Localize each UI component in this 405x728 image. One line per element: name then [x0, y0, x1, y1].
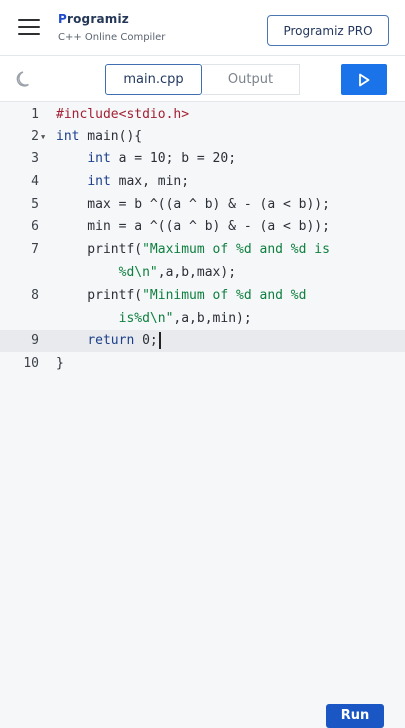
line-number: 8	[31, 288, 39, 303]
brand-name: Programiz	[58, 12, 129, 26]
run-button[interactable]	[341, 64, 387, 95]
run-floating-button[interactable]: Run	[326, 704, 384, 728]
code-line-active[interactable]: 9 return 0;	[0, 330, 405, 352]
fold-arrow-icon[interactable]: ▼	[41, 126, 49, 148]
code-line-wrap[interactable]: %d\n",a,b,max);	[0, 262, 405, 284]
line-number: 6	[31, 219, 39, 234]
dark-mode-icon[interactable]	[15, 69, 35, 89]
line-number: 9	[31, 333, 39, 348]
line-number: 7	[31, 242, 39, 257]
code-text: int max, min;	[87, 174, 190, 189]
menu-icon[interactable]	[18, 18, 40, 36]
code-text: return 0;	[56, 330, 161, 352]
code-line[interactable]: 6 min = a ^((a ^ b) & - (a < b));	[0, 216, 405, 238]
code-line[interactable]: 7 printf("Maximum of %d and %d is	[0, 239, 405, 261]
code-text: %d\n",a,b,max);	[56, 265, 237, 280]
code-line[interactable]: 1 #include<stdio.h>	[0, 104, 405, 126]
line-number: 4	[31, 174, 39, 189]
text-cursor	[158, 332, 161, 349]
code-line[interactable]: 3 int a = 10; b = 20;	[0, 148, 405, 170]
code-text: min = a ^((a ^ b) & - (a < b));	[56, 219, 330, 234]
line-number: 2	[31, 129, 39, 144]
app-header: Programiz C++ Online Compiler Programiz …	[0, 0, 405, 56]
editor-toolbar: main.cpp Output	[0, 56, 405, 102]
line-number: 5	[31, 197, 39, 212]
code-text: int main(){	[56, 129, 143, 144]
code-line[interactable]: 2 ▼ int main(){	[0, 126, 405, 148]
code-text: int a = 10; b = 20;	[87, 151, 237, 166]
code-text: max = b ^((a ^ b) & - (a < b));	[56, 197, 330, 212]
code-line[interactable]: 8 printf("Minimum of %d and %d	[0, 285, 405, 307]
line-number: 3	[31, 151, 39, 166]
code-text: printf("Minimum of %d and %d	[56, 288, 307, 303]
programiz-pro-button[interactable]: Programiz PRO	[267, 15, 389, 46]
code-text: }	[56, 356, 64, 371]
code-line[interactable]: 4 int max, min;	[0, 171, 405, 193]
tab-output[interactable]: Output	[202, 64, 300, 95]
code-editor[interactable]: 1 #include<stdio.h> 2 ▼ int main(){ 3 in…	[0, 102, 405, 720]
code-text: printf("Maximum of %d and %d is	[56, 242, 330, 257]
tab-main-cpp[interactable]: main.cpp	[105, 64, 202, 95]
code-line[interactable]: 10 }	[0, 353, 405, 375]
code-text: #include<stdio.h>	[56, 107, 190, 122]
brand-subtitle: C++ Online Compiler	[58, 32, 166, 43]
code-text: is%d\n",a,b,min);	[56, 311, 252, 326]
line-number: 1	[31, 107, 39, 122]
brand-logo[interactable]: Programiz C++ Online Compiler	[58, 12, 165, 43]
code-line[interactable]: 5 max = b ^((a ^ b) & - (a < b));	[0, 194, 405, 216]
play-icon	[359, 73, 370, 86]
code-line-wrap[interactable]: is%d\n",a,b,min);	[0, 308, 405, 330]
line-number: 10	[23, 356, 39, 371]
